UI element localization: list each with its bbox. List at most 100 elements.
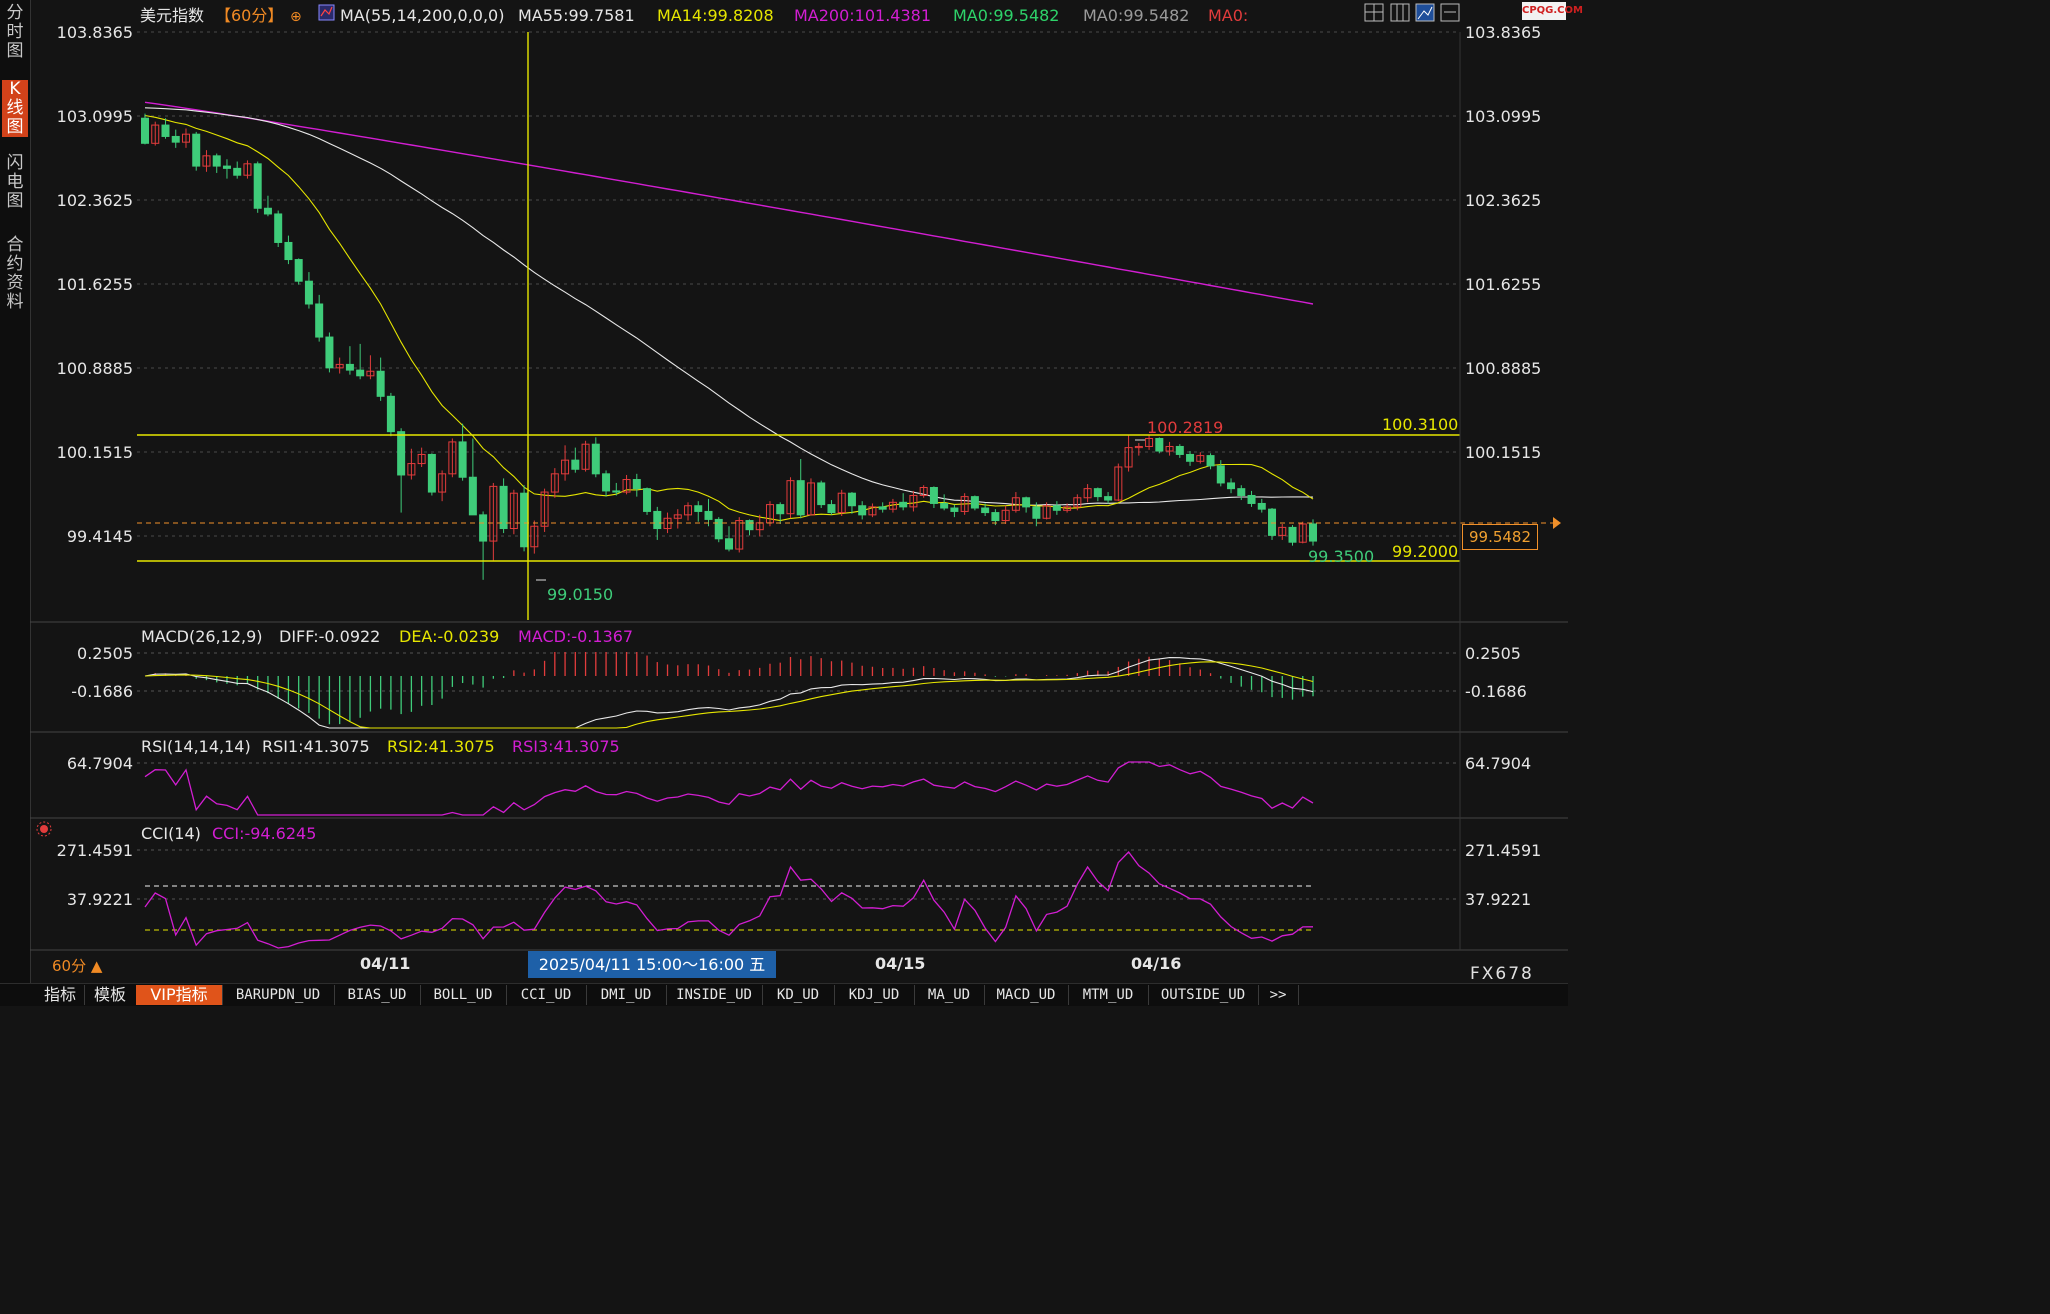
cci-header: CCI(14) CCI:-94.6245 bbox=[141, 824, 316, 843]
indicator-tab-6[interactable]: CCI_UD bbox=[506, 985, 587, 1005]
candle-body bbox=[796, 480, 805, 516]
cci-line bbox=[144, 850, 1314, 949]
candle-body bbox=[345, 363, 354, 371]
candle-body bbox=[602, 473, 611, 492]
settings-icon[interactable] bbox=[1440, 3, 1460, 22]
indicator-tab-4[interactable]: BIAS_UD bbox=[334, 985, 421, 1005]
candle-body bbox=[468, 476, 477, 516]
layout-columns-icon[interactable] bbox=[1390, 3, 1410, 22]
price-label-right: 100.8885 bbox=[1465, 359, 1541, 378]
candle-body bbox=[1227, 482, 1236, 490]
header: 美元指数 【60分】 ⊕ MA(55,14,200,0,0,0) MA55:99… bbox=[140, 4, 1248, 25]
candle-body bbox=[940, 502, 949, 509]
candle-body bbox=[1032, 506, 1041, 519]
candle-body bbox=[427, 453, 436, 493]
ma14-value: MA14:99.8208 bbox=[657, 6, 774, 25]
candle-body bbox=[991, 512, 1000, 522]
candle-body bbox=[714, 518, 723, 540]
candle-body bbox=[1216, 465, 1225, 484]
indicator-tab-11[interactable]: MA_UD bbox=[914, 985, 985, 1005]
candle-body bbox=[479, 514, 488, 542]
sidebar-tab-0[interactable]: 分时图 bbox=[2, 4, 28, 61]
svg-text:CCI:-94.6245: CCI:-94.6245 bbox=[212, 824, 316, 843]
candle-body bbox=[520, 492, 529, 548]
indicator-tab-1[interactable]: 模板 bbox=[84, 985, 137, 1005]
candle-body bbox=[458, 441, 467, 478]
indicator-tab-13[interactable]: MTM_UD bbox=[1068, 985, 1149, 1005]
price-label-right: 102.3625 bbox=[1465, 191, 1541, 210]
candle-body bbox=[643, 488, 652, 512]
indicator-tab-9[interactable]: KD_UD bbox=[762, 985, 835, 1005]
candle-body bbox=[315, 303, 324, 338]
svg-text:RSI2:41.3075: RSI2:41.3075 bbox=[387, 737, 495, 756]
toolbar-icons[interactable] bbox=[1364, 3, 1460, 22]
sidebar: 分时图 K线图闪电图合约资料 bbox=[0, 0, 31, 983]
indicator-tab-10[interactable]: KDJ_UD bbox=[834, 985, 915, 1005]
macd-dea-line bbox=[144, 661, 1314, 729]
indicator-tab-3[interactable]: BARUPDN_UD bbox=[222, 985, 335, 1005]
candle-body bbox=[212, 155, 221, 167]
candle-body bbox=[1288, 526, 1297, 543]
svg-text:DIFF:-0.0922: DIFF:-0.0922 bbox=[279, 627, 380, 646]
low-label-right: 99.3500 bbox=[1308, 547, 1374, 566]
candle-body bbox=[356, 369, 365, 377]
indicator-tab-12[interactable]: MACD_UD bbox=[984, 985, 1069, 1005]
ma55-value: MA55:99.7581 bbox=[518, 6, 635, 25]
candle-body bbox=[612, 490, 621, 493]
date-label-0411: 04/11 bbox=[360, 954, 410, 973]
candle-body bbox=[325, 336, 334, 369]
target-icon[interactable]: ⊕ bbox=[290, 9, 302, 25]
indicator-tab-8[interactable]: INSIDE_UD bbox=[666, 985, 763, 1005]
candle-body bbox=[981, 507, 990, 514]
candle-body bbox=[304, 280, 313, 305]
layout-grid-icon[interactable] bbox=[1364, 3, 1384, 22]
sidebar-tab-1[interactable]: K线图 bbox=[2, 80, 28, 137]
indicator-tab-5[interactable]: BOLL_UD bbox=[420, 985, 507, 1005]
candle-body bbox=[1309, 523, 1317, 542]
candle-body bbox=[1052, 505, 1061, 511]
macd-axis-bottom: -0.1686 bbox=[71, 682, 133, 701]
indicator-tab-7[interactable]: DMI_UD bbox=[586, 985, 667, 1005]
candle-body bbox=[899, 501, 908, 508]
cci-axis-top: 271.4591 bbox=[57, 841, 133, 860]
candlesticks[interactable] bbox=[141, 113, 1317, 580]
low-label-left: 99.0150 bbox=[547, 585, 613, 604]
svg-text:RSI(14,14,14): RSI(14,14,14) bbox=[141, 737, 251, 756]
indicator-tab-2[interactable]: VIP指标 bbox=[136, 985, 223, 1005]
period-selector[interactable]: 60分 ▲ bbox=[52, 955, 102, 976]
candle-body bbox=[1022, 497, 1031, 508]
candle-body bbox=[397, 431, 406, 476]
svg-text:CCI(14): CCI(14) bbox=[141, 824, 201, 843]
candle-body bbox=[1257, 502, 1266, 510]
candle-body bbox=[1247, 494, 1256, 504]
brand-logo: CPQG.COM bbox=[1522, 2, 1583, 20]
indicator-tab-15[interactable]: >> bbox=[1258, 985, 1299, 1005]
candle-body bbox=[847, 492, 856, 507]
sidebar-tab-2[interactable]: 闪电图 bbox=[2, 154, 28, 211]
candle-body bbox=[1104, 496, 1113, 501]
cci-axis-mid: 37.9221 bbox=[67, 890, 133, 909]
current-price-tag: 99.5482 bbox=[1462, 524, 1538, 550]
cci-settings-icon[interactable] bbox=[36, 821, 52, 837]
ma200-line bbox=[144, 101, 1314, 305]
chart-type-icon[interactable] bbox=[1415, 3, 1435, 22]
kline-chart[interactable]: 美元指数 【60分】 ⊕ MA(55,14,200,0,0,0) MA55:99… bbox=[30, 0, 1568, 983]
indicator-tab-14[interactable]: OUTSIDE_UD bbox=[1148, 985, 1259, 1005]
date-label-0416: 04/16 bbox=[1131, 954, 1181, 973]
indicator-tab-0[interactable]: 指标 bbox=[36, 985, 85, 1005]
candle-body bbox=[1186, 453, 1195, 462]
candle-body bbox=[499, 485, 508, 530]
support-label: 99.2000 bbox=[1392, 542, 1458, 561]
svg-text:MACD:-0.1367: MACD:-0.1367 bbox=[518, 627, 633, 646]
rsi-line bbox=[144, 761, 1314, 816]
candle-body bbox=[776, 504, 785, 515]
rsi-axis-right: 64.7904 bbox=[1465, 754, 1531, 773]
candle-body bbox=[632, 479, 641, 490]
candle-body bbox=[1175, 445, 1184, 455]
candle-body bbox=[192, 133, 201, 167]
candle-body bbox=[1093, 488, 1102, 498]
ma0-value-b: MA0:99.5482 bbox=[1083, 6, 1189, 25]
svg-text:RSI1:41.3075: RSI1:41.3075 bbox=[262, 737, 370, 756]
sidebar-tab-3[interactable]: 合约资料 bbox=[2, 236, 28, 312]
macd-histogram bbox=[154, 652, 1314, 725]
